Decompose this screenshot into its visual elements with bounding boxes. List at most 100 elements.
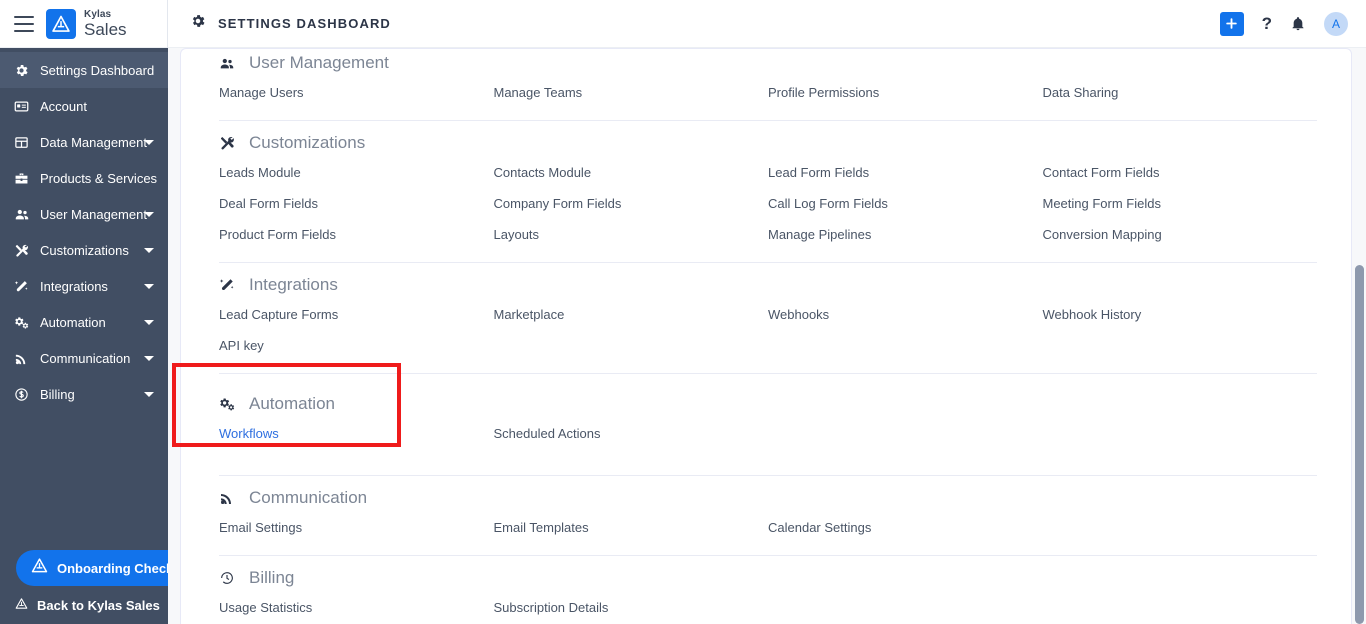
- back-to-kylas-sales-link[interactable]: Back to Kylas Sales: [0, 586, 168, 624]
- section-title: Customizations: [249, 133, 366, 152]
- sidebar-item-label: Data Management: [40, 134, 147, 150]
- link-profile-permissions[interactable]: Profile Permissions: [768, 77, 1043, 108]
- section-links: Manage Users Manage Teams Profile Permis…: [219, 77, 1317, 120]
- users-icon: [219, 56, 239, 71]
- link-contacts-module[interactable]: Contacts Module: [494, 157, 769, 188]
- section-header: User Management: [219, 49, 1317, 77]
- onboarding-checklist-button[interactable]: Onboarding Checklist 1: [16, 550, 168, 586]
- chevron-down-icon[interactable]: [144, 356, 154, 361]
- link-lead-capture-forms[interactable]: Lead Capture Forms: [219, 299, 494, 330]
- sidebar-item-automation[interactable]: Automation: [0, 304, 168, 340]
- back-link-label: Back to Kylas Sales: [37, 597, 160, 613]
- chevron-down-icon[interactable]: [144, 284, 154, 289]
- sidebar-nav-list: Settings Dashboard Account Data Manageme…: [0, 48, 168, 412]
- sidebar-item-settings-dashboard[interactable]: Settings Dashboard: [0, 52, 168, 88]
- user-avatar[interactable]: A: [1324, 11, 1348, 36]
- sidebar-item-account[interactable]: Account: [0, 88, 168, 124]
- notification-bell-icon[interactable]: [1290, 15, 1306, 32]
- section-title: User Management: [249, 53, 389, 72]
- link-usage-statistics[interactable]: Usage Statistics: [219, 592, 494, 623]
- hamburger-menu-icon[interactable]: [14, 15, 34, 32]
- top-bar-actions: ? A: [1219, 11, 1366, 36]
- link-marketplace[interactable]: Marketplace: [494, 299, 769, 330]
- vertical-scrollbar-track[interactable]: [1352, 48, 1366, 624]
- chevron-down-icon[interactable]: [144, 212, 154, 217]
- section-integrations: Integrations Lead Capture Forms Marketpl…: [181, 263, 1351, 373]
- section-header: Integrations: [219, 263, 1317, 299]
- link-lead-form-fields[interactable]: Lead Form Fields: [768, 157, 1043, 188]
- sidebar-item-label: Account: [40, 98, 87, 114]
- sidebar-item-communication[interactable]: Communication: [0, 340, 168, 376]
- gears-icon: [14, 314, 32, 330]
- broadcast-icon: [219, 490, 239, 506]
- section-links: Email Settings Email Templates Calendar …: [219, 512, 1317, 555]
- broadcast-icon: [14, 350, 32, 366]
- link-conversion-mapping[interactable]: Conversion Mapping: [1043, 219, 1318, 250]
- kylas-logo-outline-icon: [14, 596, 29, 614]
- sidebar-item-data-management[interactable]: Data Management: [0, 124, 168, 160]
- top-bar: Kylas Sales SETTINGS DASHBOARD ? A: [0, 0, 1366, 48]
- chevron-down-icon[interactable]: [144, 140, 154, 145]
- link-workflows[interactable]: Workflows: [219, 418, 494, 449]
- link-email-templates[interactable]: Email Templates: [494, 512, 769, 543]
- sidebar-item-label: Communication: [40, 350, 131, 366]
- add-new-button[interactable]: [1219, 11, 1244, 36]
- link-deal-form-fields[interactable]: Deal Form Fields: [219, 188, 494, 219]
- brand-zone: Kylas Sales: [0, 0, 168, 48]
- section-title: Automation: [249, 394, 335, 413]
- link-calendar-settings[interactable]: Calendar Settings: [768, 512, 1043, 543]
- link-leads-module[interactable]: Leads Module: [219, 157, 494, 188]
- section-links: Lead Capture Forms Marketplace Webhooks …: [219, 299, 1317, 373]
- chevron-down-icon[interactable]: [144, 248, 154, 253]
- link-manage-pipelines[interactable]: Manage Pipelines: [768, 219, 1043, 250]
- brand-name-primary: Kylas: [84, 8, 112, 20]
- link-webhooks[interactable]: Webhooks: [768, 299, 1043, 330]
- section-billing: Billing Usage Statistics Subscription De…: [181, 556, 1351, 624]
- section-customizations: Customizations Leads Module Contacts Mod…: [181, 121, 1351, 262]
- section-links: Workflows Scheduled Actions: [219, 418, 1317, 475]
- link-contact-form-fields[interactable]: Contact Form Fields: [1043, 157, 1318, 188]
- sidebar-item-label: Automation: [40, 314, 106, 330]
- users-icon: [14, 206, 32, 222]
- tools-icon: [14, 242, 32, 258]
- link-scheduled-actions[interactable]: Scheduled Actions: [494, 418, 769, 449]
- link-product-form-fields[interactable]: Product Form Fields: [219, 219, 494, 250]
- chevron-down-icon[interactable]: [144, 392, 154, 397]
- sidebar-item-label: User Management: [40, 206, 147, 222]
- sidebar-item-user-management[interactable]: User Management: [0, 196, 168, 232]
- chevron-down-icon[interactable]: [144, 320, 154, 325]
- brand-text: Kylas Sales: [84, 8, 127, 38]
- settings-card: User Management Manage Users Manage Team…: [180, 48, 1352, 624]
- link-layouts[interactable]: Layouts: [494, 219, 769, 250]
- link-email-settings[interactable]: Email Settings: [219, 512, 494, 543]
- vertical-scrollbar-thumb[interactable]: [1355, 265, 1364, 624]
- sidebar-item-label: Billing: [40, 386, 75, 402]
- kylas-logo-icon[interactable]: [46, 8, 76, 39]
- link-manage-users[interactable]: Manage Users: [219, 77, 494, 108]
- help-icon[interactable]: ?: [1262, 15, 1272, 32]
- dollar-circle-icon: [14, 386, 32, 402]
- main-content: User Management Manage Users Manage Team…: [168, 48, 1366, 624]
- link-call-log-form-fields[interactable]: Call Log Form Fields: [768, 188, 1043, 219]
- onboarding-checklist-label: Onboarding Checklist: [57, 560, 168, 576]
- section-links: Usage Statistics Subscription Details: [219, 592, 1317, 624]
- gear-icon: [14, 62, 32, 78]
- sidebar-item-customizations[interactable]: Customizations: [0, 232, 168, 268]
- section-header: Communication: [219, 476, 1317, 512]
- sidebar-item-label: Products & Services: [40, 170, 158, 186]
- section-header: Customizations: [219, 121, 1317, 157]
- tools-icon: [219, 135, 239, 151]
- link-data-sharing[interactable]: Data Sharing: [1043, 77, 1318, 108]
- sidebar-item-integrations[interactable]: Integrations: [0, 268, 168, 304]
- gear-icon: [190, 13, 206, 34]
- sidebar-item-billing[interactable]: Billing: [0, 376, 168, 412]
- link-meeting-form-fields[interactable]: Meeting Form Fields: [1043, 188, 1318, 219]
- link-subscription-details[interactable]: Subscription Details: [494, 592, 769, 623]
- billing-clock-icon: [219, 570, 239, 586]
- sidebar-item-products-services[interactable]: Products & Services: [0, 160, 168, 196]
- link-webhook-history[interactable]: Webhook History: [1043, 299, 1318, 330]
- link-api-key[interactable]: API key: [219, 330, 494, 361]
- sidebar-item-label: Customizations: [40, 242, 129, 258]
- link-company-form-fields[interactable]: Company Form Fields: [494, 188, 769, 219]
- link-manage-teams[interactable]: Manage Teams: [494, 77, 769, 108]
